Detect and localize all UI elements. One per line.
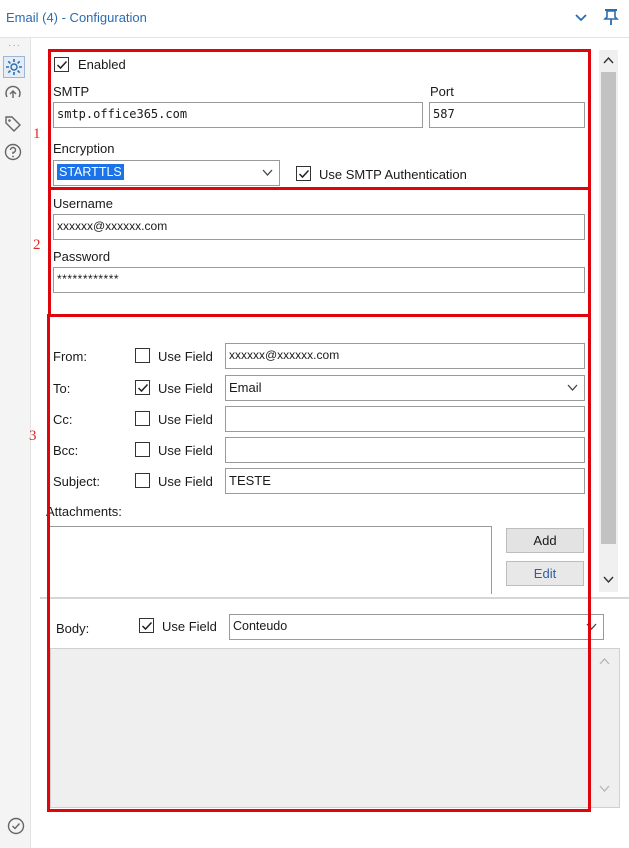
status-check-icon — [7, 817, 25, 835]
settings-gear-icon[interactable] — [3, 56, 25, 78]
help-icon[interactable] — [3, 142, 25, 164]
tag-icon[interactable] — [3, 113, 25, 135]
scroll-down-icon[interactable] — [599, 785, 610, 793]
config-scrollbar[interactable] — [599, 50, 618, 592]
panel-header: Email (4) - Configuration — [0, 0, 629, 38]
annotation-number-2: 2 — [33, 237, 41, 253]
annotation-number-3: 3 — [29, 428, 37, 444]
pin-icon[interactable] — [603, 8, 619, 26]
scroll-up-icon[interactable] — [603, 56, 614, 64]
annotation-box-2 — [48, 187, 591, 317]
scroll-thumb[interactable] — [601, 72, 616, 544]
annotation-number-1: 1 — [33, 126, 41, 142]
panel-title: Email (4) - Configuration — [6, 10, 147, 25]
annotation-box-3 — [47, 314, 591, 812]
more-dots[interactable]: ··· — [8, 40, 21, 51]
connection-progress-icon[interactable] — [3, 84, 25, 106]
scroll-up-icon[interactable] — [599, 657, 610, 665]
collapse-chevron-icon[interactable] — [574, 11, 588, 25]
annotation-box-1 — [48, 49, 591, 190]
scroll-down-icon[interactable] — [603, 576, 614, 584]
